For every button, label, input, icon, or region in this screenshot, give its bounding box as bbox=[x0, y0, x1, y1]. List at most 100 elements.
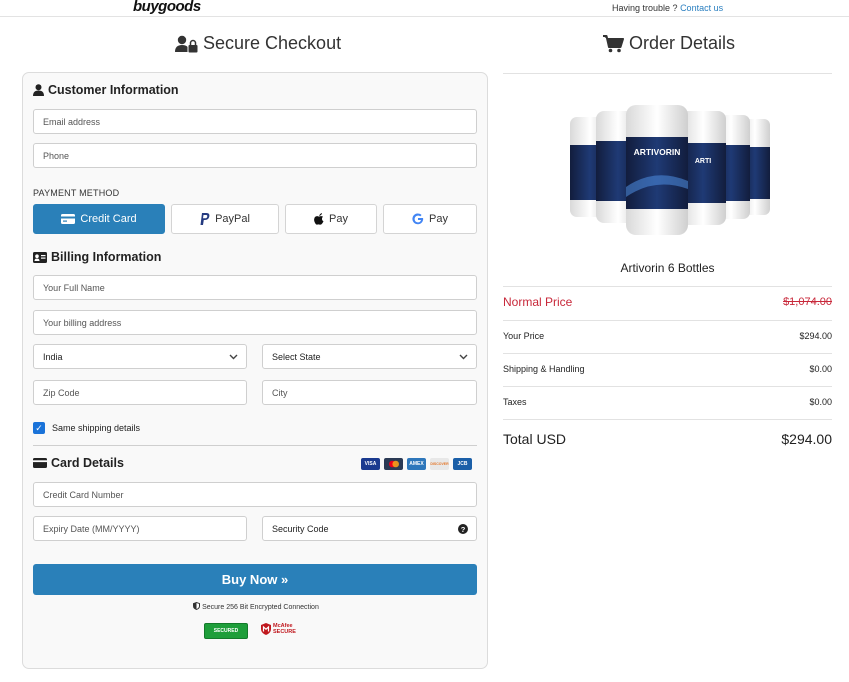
credit-card-label: Credit Card bbox=[80, 213, 137, 225]
apple-icon bbox=[314, 213, 324, 225]
taxes-label: Taxes bbox=[503, 397, 527, 407]
total-label: Total USD bbox=[503, 431, 567, 447]
card-icon bbox=[33, 458, 47, 468]
google-icon bbox=[412, 213, 424, 225]
total-row: Total USD $294.00 bbox=[503, 431, 832, 447]
normal-price-row: Normal Price $1,074.00 bbox=[503, 295, 832, 309]
google-pay-button[interactable]: Pay bbox=[383, 204, 477, 234]
product-name: Artivorin 6 Bottles bbox=[620, 261, 715, 275]
state-select[interactable]: Select State bbox=[262, 344, 477, 369]
jcb-icon: JCB bbox=[453, 458, 472, 470]
expiry-date-field[interactable]: Expiry Date (MM/YYYY) bbox=[33, 516, 247, 541]
secure-connection-text: Secure 256 Bit Encrypted Connection bbox=[202, 604, 319, 611]
country-select[interactable]: India bbox=[33, 344, 247, 369]
checkmark-icon[interactable]: ✓ bbox=[33, 422, 45, 434]
your-price-label: Your Price bbox=[503, 331, 545, 341]
card-brands: VISA AMEX DISCOVER JCB bbox=[361, 458, 472, 470]
city-field[interactable]: City bbox=[262, 380, 477, 405]
contact-us-link[interactable]: Contact us bbox=[680, 3, 723, 13]
paypal-icon bbox=[200, 213, 210, 225]
buy-now-button[interactable]: Buy Now » bbox=[33, 564, 477, 595]
chevron-down-icon bbox=[229, 354, 238, 359]
your-price-row: Your Price $294.00 bbox=[503, 331, 832, 341]
shield-icon bbox=[193, 602, 201, 610]
state-value: Select State bbox=[272, 351, 321, 362]
mcafee-shield-icon bbox=[261, 623, 271, 635]
card-details-heading: Card Details bbox=[33, 456, 124, 470]
help-text: Having trouble ? Contact us bbox=[612, 3, 723, 13]
order-details-title: Order Details bbox=[629, 33, 736, 53]
id-card-icon bbox=[33, 251, 47, 263]
user-icon bbox=[33, 84, 44, 96]
full-name-placeholder: Your Full Name bbox=[43, 282, 105, 293]
zip-code-field[interactable]: Zip Code bbox=[33, 380, 247, 405]
your-price-value: $294.00 bbox=[799, 331, 832, 341]
apple-pay-label: Pay bbox=[329, 213, 348, 225]
card-number-placeholder: Credit Card Number bbox=[43, 489, 124, 500]
customer-info-title: Customer Information bbox=[48, 83, 179, 97]
email-placeholder: Email address bbox=[43, 116, 101, 127]
order-details-heading: Order Details bbox=[603, 33, 735, 54]
card-number-field[interactable]: Credit Card Number bbox=[33, 482, 477, 507]
phone-field[interactable]: Phone bbox=[33, 143, 477, 168]
divider bbox=[503, 419, 832, 420]
expiry-date-placeholder: Expiry Date (MM/YYYY) bbox=[43, 523, 140, 534]
total-value: $294.00 bbox=[781, 431, 832, 447]
divider bbox=[33, 445, 477, 446]
svg-text:ARTI: ARTI bbox=[695, 158, 711, 165]
visa-icon: VISA bbox=[361, 458, 380, 470]
mastercard-icon bbox=[384, 458, 403, 470]
product-bottles-image: ARTI ARTIVORIN bbox=[570, 105, 770, 235]
billing-info-heading: Billing Information bbox=[33, 250, 161, 264]
secure-checkout-heading: Secure Checkout bbox=[175, 33, 341, 54]
secured-badge: SECURED bbox=[204, 623, 248, 639]
billing-address-field[interactable]: Your billing address bbox=[33, 310, 477, 335]
shipping-label: Shipping & Handling bbox=[503, 364, 585, 374]
normal-price-value: $1,074.00 bbox=[783, 296, 832, 308]
phone-placeholder: Phone bbox=[43, 150, 70, 161]
taxes-row: Taxes $0.00 bbox=[503, 397, 832, 407]
divider bbox=[503, 353, 832, 354]
top-bar: buygoods Having trouble ? Contact us bbox=[0, 0, 849, 17]
country-value: India bbox=[43, 351, 63, 362]
billing-info-title: Billing Information bbox=[51, 250, 162, 264]
mcafee-secure: SECURE bbox=[273, 629, 296, 635]
user-lock-icon bbox=[175, 35, 198, 52]
city-placeholder: City bbox=[272, 387, 288, 398]
divider bbox=[503, 286, 832, 287]
zip-code-placeholder: Zip Code bbox=[43, 387, 80, 398]
billing-address-placeholder: Your billing address bbox=[43, 317, 122, 328]
customer-info-heading: Customer Information bbox=[33, 83, 179, 97]
taxes-value: $0.00 bbox=[809, 397, 832, 407]
divider bbox=[503, 320, 832, 321]
paypal-label: PayPal bbox=[215, 213, 250, 225]
help-label: Having trouble ? bbox=[612, 3, 678, 13]
discover-icon: DISCOVER bbox=[430, 458, 449, 470]
svg-text:?: ? bbox=[461, 525, 466, 534]
apple-pay-button[interactable]: Pay bbox=[285, 204, 377, 234]
paypal-button[interactable]: PayPal bbox=[171, 204, 279, 234]
shopping-cart-icon bbox=[603, 34, 624, 52]
checkout-form-card: Customer Information Email address Phone… bbox=[22, 72, 488, 669]
order-top-divider bbox=[503, 73, 832, 74]
full-name-field[interactable]: Your Full Name bbox=[33, 275, 477, 300]
question-circle-icon[interactable]: ? bbox=[458, 523, 468, 534]
security-code-field[interactable]: Security Code ? bbox=[262, 516, 477, 541]
security-code-placeholder: Security Code bbox=[272, 523, 329, 534]
chevron-down-icon bbox=[459, 354, 468, 359]
email-field[interactable]: Email address bbox=[33, 109, 477, 134]
divider bbox=[503, 386, 832, 387]
secured-badge-text: SECURED bbox=[213, 628, 239, 634]
bottle-label-text: ARTIVORIN bbox=[634, 147, 681, 157]
secure-checkout-title: Secure Checkout bbox=[203, 33, 342, 53]
credit-card-button[interactable]: Credit Card bbox=[33, 204, 165, 234]
payment-method-label: PAYMENT METHOD bbox=[33, 188, 120, 198]
shipping-row: Shipping & Handling $0.00 bbox=[503, 364, 832, 374]
normal-price-label: Normal Price bbox=[503, 295, 573, 309]
google-pay-label: Pay bbox=[429, 213, 448, 225]
same-shipping-checkbox[interactable]: ✓ Same shipping details bbox=[33, 422, 140, 434]
amex-icon: AMEX bbox=[407, 458, 426, 470]
credit-card-icon bbox=[61, 214, 76, 224]
buygoods-logo[interactable]: buygoods bbox=[133, 0, 201, 15]
shipping-value: $0.00 bbox=[809, 364, 832, 374]
